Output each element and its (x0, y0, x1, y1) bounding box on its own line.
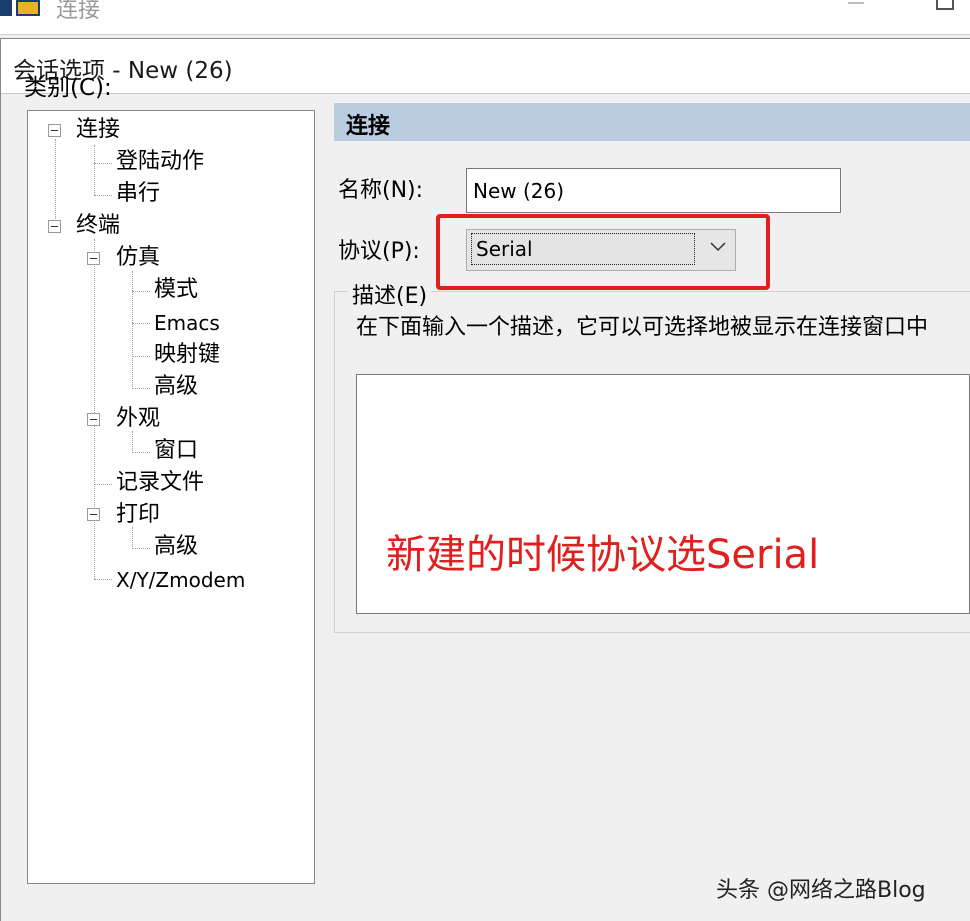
dialog-titlebar: 会话选项 - New (26) (1, 39, 970, 94)
tree-item-emulation[interactable]: 仿真 (116, 244, 160, 272)
tree-connector (132, 323, 150, 324)
tree-connector (55, 139, 56, 227)
name-label: 名称(N): (338, 178, 424, 203)
panel-title: 连接 (346, 114, 391, 139)
protocol-label: 协议(P): (338, 239, 420, 264)
collapse-toggle-icon[interactable] (48, 124, 61, 137)
tree-item-advanced[interactable]: 高级 (154, 373, 198, 401)
maximize-icon[interactable] (936, 0, 954, 10)
tree-connector (132, 388, 150, 389)
collapse-toggle-icon[interactable] (87, 508, 100, 521)
tree-connector (132, 291, 150, 292)
tree-item-mapped-keys[interactable]: 映射键 (154, 341, 220, 369)
tree-item-window[interactable]: 窗口 (154, 437, 198, 465)
tree-item-printing[interactable]: 打印 (116, 501, 160, 529)
tree-connector (132, 271, 133, 389)
tree-connector (132, 527, 133, 549)
tree-item-connection[interactable]: 连接 (76, 116, 120, 144)
tree-connector (132, 356, 150, 357)
tree-connector (94, 145, 95, 195)
description-hint: 在下面输入一个描述，它可以可选择地被显示在连接窗口中 (356, 315, 929, 340)
collapse-toggle-icon[interactable] (48, 220, 61, 233)
securecrt-app-icon (0, 0, 44, 18)
tree-connector (132, 452, 150, 453)
tree-connector (132, 431, 133, 453)
tree-connector (94, 195, 112, 196)
watermark: 头条 @网络之路Blog (716, 878, 926, 903)
collapse-toggle-icon[interactable] (87, 413, 100, 426)
tree-connector (94, 163, 112, 164)
tree-item-xyzmodem[interactable]: X/Y/Zmodem (116, 566, 245, 594)
minimize-icon[interactable] (848, 2, 864, 4)
tree-item-login-actions[interactable]: 登陆动作 (116, 148, 204, 176)
tree-connector (132, 548, 150, 549)
tree-connector (94, 579, 112, 580)
tree-connector (94, 239, 95, 579)
tree-item-appearance[interactable]: 外观 (116, 405, 160, 433)
tree-item-serial[interactable]: 串行 (116, 180, 160, 208)
name-input[interactable] (466, 168, 841, 213)
tree-item-log-file[interactable]: 记录文件 (116, 469, 204, 497)
tree-item-modes[interactable]: 模式 (154, 276, 198, 304)
annotation-highlight-box (436, 214, 770, 290)
category-tree[interactable]: 连接 登陆动作 串行 终端 仿真 模式 Emacs 映射键 高级 外观 窗口 记… (27, 110, 315, 884)
description-legend: 描述(E) (348, 278, 432, 310)
annotation-text: 新建的时候协议选Serial (386, 532, 820, 578)
tree-item-emacs[interactable]: Emacs (154, 309, 220, 337)
panel-header: 连接 (334, 103, 970, 141)
tree-item-terminal[interactable]: 终端 (76, 212, 120, 240)
category-label: 类别(C): (24, 75, 112, 101)
outer-window-title: 连接 (56, 0, 101, 23)
outer-window-titlebar: 连接 (0, 0, 970, 35)
tree-connector (94, 484, 112, 485)
tree-item-printing-advanced[interactable]: 高级 (154, 533, 198, 561)
collapse-toggle-icon[interactable] (87, 252, 100, 265)
